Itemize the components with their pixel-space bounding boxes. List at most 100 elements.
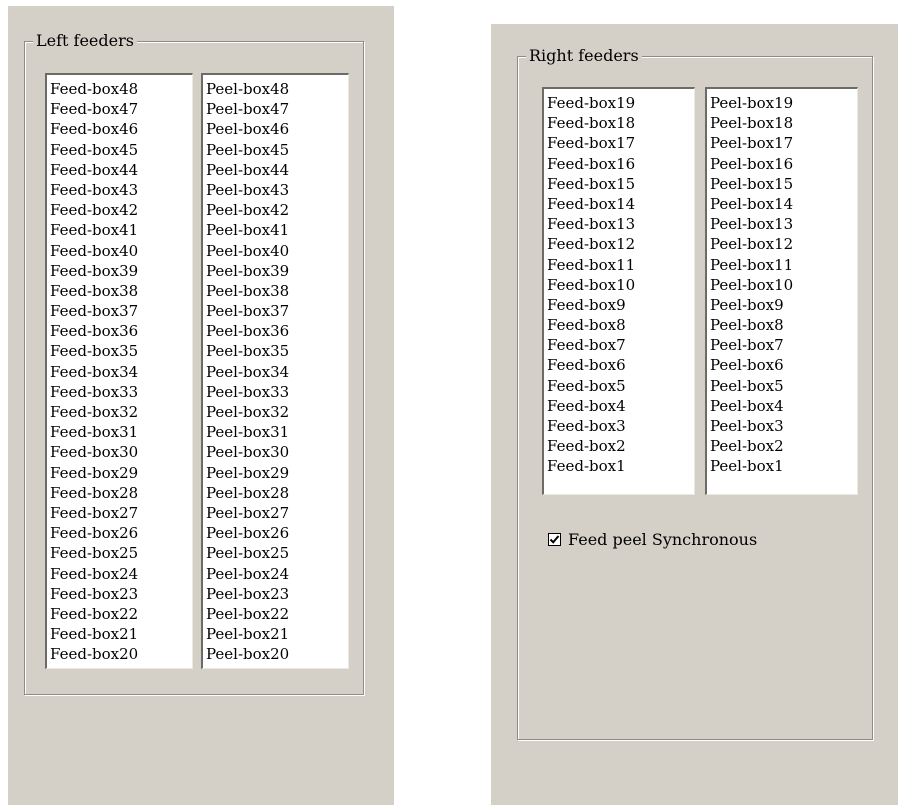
- left-feed-list-item[interactable]: Feed-box43: [50, 180, 192, 200]
- left-feed-list-item[interactable]: Feed-box45: [50, 140, 192, 160]
- right-feed-list-item[interactable]: Feed-box5: [547, 376, 694, 396]
- left-feed-list-item[interactable]: Feed-box27: [50, 503, 192, 523]
- left-peel-list-item[interactable]: Peel-box34: [206, 362, 348, 382]
- left-peel-list-item[interactable]: Peel-box22: [206, 604, 348, 624]
- right-feed-list-item[interactable]: Feed-box6: [547, 355, 694, 375]
- left-peel-list-item[interactable]: Peel-box33: [206, 382, 348, 402]
- left-feed-list-item[interactable]: Feed-box24: [50, 564, 192, 584]
- right-feed-list-item[interactable]: Feed-box12: [547, 234, 694, 254]
- left-feed-list-item[interactable]: Feed-box39: [50, 261, 192, 281]
- right-peel-listbox[interactable]: Peel-box19 Peel-box18 Peel-box17 Peel-box16…: [705, 87, 858, 495]
- left-peel-list-item[interactable]: Peel-box37: [206, 301, 348, 321]
- left-feed-list-item[interactable]: Feed-box33: [50, 382, 192, 402]
- right-feed-list-item[interactable]: Feed-box9: [547, 295, 694, 315]
- left-peel-list-item[interactable]: Peel-box25: [206, 543, 348, 563]
- right-feed-list-item[interactable]: Feed-box13: [547, 214, 694, 234]
- left-peel-list-item[interactable]: Peel-box42: [206, 200, 348, 220]
- left-peel-list-item[interactable]: Peel-box32: [206, 402, 348, 422]
- left-peel-list-item[interactable]: Peel-box35: [206, 341, 348, 361]
- right-feed-list-item[interactable]: Feed-box11: [547, 255, 694, 275]
- right-peel-list-item[interactable]: Peel-box10: [710, 275, 857, 295]
- right-peel-list-item[interactable]: Peel-box17: [710, 133, 857, 153]
- left-feed-list-item[interactable]: Feed-box32: [50, 402, 192, 422]
- left-peel-list-item[interactable]: Peel-box31: [206, 422, 348, 442]
- left-feed-list-item[interactable]: Feed-box41: [50, 220, 192, 240]
- right-peel-list-item[interactable]: Peel-box4: [710, 396, 857, 416]
- left-peel-list-item[interactable]: Peel-box47: [206, 99, 348, 119]
- right-feed-list-item[interactable]: Feed-box16: [547, 154, 694, 174]
- right-feed-list-item[interactable]: Feed-box17: [547, 133, 694, 153]
- left-peel-list-item[interactable]: Peel-box29: [206, 463, 348, 483]
- left-feed-list-item[interactable]: Feed-box35: [50, 341, 192, 361]
- right-peel-list-item[interactable]: Peel-box14: [710, 194, 857, 214]
- right-peel-list-item[interactable]: Peel-box19: [710, 93, 857, 113]
- left-feed-list-item[interactable]: Feed-box37: [50, 301, 192, 321]
- left-feed-list-item[interactable]: Feed-box29: [50, 463, 192, 483]
- right-peel-list-item[interactable]: Peel-box3: [710, 416, 857, 436]
- left-peel-list-item[interactable]: Peel-box44: [206, 160, 348, 180]
- right-peel-list-item[interactable]: Peel-box18: [710, 113, 857, 133]
- right-peel-list-item[interactable]: Peel-box9: [710, 295, 857, 315]
- left-peel-list-item[interactable]: Peel-box24: [206, 564, 348, 584]
- left-peel-list-item[interactable]: Peel-box46: [206, 119, 348, 139]
- right-feed-list-item[interactable]: Feed-box14: [547, 194, 694, 214]
- right-feed-list-item[interactable]: Feed-box7: [547, 335, 694, 355]
- right-peel-list-item[interactable]: Peel-box2: [710, 436, 857, 456]
- left-feed-list-item[interactable]: Feed-box47: [50, 99, 192, 119]
- left-feed-list-item[interactable]: Feed-box25: [50, 543, 192, 563]
- right-feed-list-item[interactable]: Feed-box4: [547, 396, 694, 416]
- left-peel-list-item[interactable]: Peel-box38: [206, 281, 348, 301]
- right-feed-listbox[interactable]: Feed-box19 Feed-box18 Feed-box17 Feed-box16…: [542, 87, 695, 495]
- right-feed-list-item[interactable]: Feed-box18: [547, 113, 694, 133]
- right-peel-list-item[interactable]: Peel-box16: [710, 154, 857, 174]
- left-feed-list-item[interactable]: Feed-box31: [50, 422, 192, 442]
- left-peel-list-item[interactable]: Peel-box36: [206, 321, 348, 341]
- right-feed-list-item[interactable]: Feed-box10: [547, 275, 694, 295]
- left-feed-list-item[interactable]: Feed-box38: [50, 281, 192, 301]
- left-peel-list-item[interactable]: Peel-box26: [206, 523, 348, 543]
- left-peel-list-item[interactable]: Peel-box21: [206, 624, 348, 644]
- left-peel-list-item[interactable]: Peel-box48: [206, 79, 348, 99]
- right-peel-list-item[interactable]: Peel-box12: [710, 234, 857, 254]
- right-peel-list-item[interactable]: Peel-box7: [710, 335, 857, 355]
- left-peel-listbox[interactable]: Peel-box48 Peel-box47 Peel-box46 Peel-box45…: [201, 73, 349, 669]
- left-peel-list-item[interactable]: Peel-box20: [206, 644, 348, 664]
- left-feed-list-item[interactable]: Feed-box23: [50, 584, 192, 604]
- right-feed-list-item[interactable]: Feed-box2: [547, 436, 694, 456]
- right-feed-list-item[interactable]: Feed-box3: [547, 416, 694, 436]
- left-feed-list-item[interactable]: Feed-box34: [50, 362, 192, 382]
- left-peel-list-item[interactable]: Peel-box41: [206, 220, 348, 240]
- right-peel-list-item[interactable]: Peel-box5: [710, 376, 857, 396]
- left-peel-list-item[interactable]: Peel-box45: [206, 140, 348, 160]
- right-peel-list-item[interactable]: Peel-box6: [710, 355, 857, 375]
- left-feed-list-item[interactable]: Feed-box22: [50, 604, 192, 624]
- right-feed-list-item[interactable]: Feed-box19: [547, 93, 694, 113]
- left-feed-list-item[interactable]: Feed-box36: [50, 321, 192, 341]
- left-feed-list-item[interactable]: Feed-box42: [50, 200, 192, 220]
- right-peel-list-item[interactable]: Peel-box1: [710, 456, 857, 476]
- left-feed-list-item[interactable]: Feed-box21: [50, 624, 192, 644]
- left-feed-list-item[interactable]: Feed-box48: [50, 79, 192, 99]
- left-feed-list-item[interactable]: Feed-box28: [50, 483, 192, 503]
- right-feed-list-item[interactable]: Feed-box8: [547, 315, 694, 335]
- left-peel-list-item[interactable]: Peel-box27: [206, 503, 348, 523]
- left-peel-list-item[interactable]: Peel-box30: [206, 442, 348, 462]
- left-peel-list-item[interactable]: Peel-box40: [206, 241, 348, 261]
- left-feed-list-item[interactable]: Feed-box40: [50, 241, 192, 261]
- left-feed-list-item[interactable]: Feed-box46: [50, 119, 192, 139]
- left-feed-listbox[interactable]: Feed-box48 Feed-box47 Feed-box46 Feed-box45…: [45, 73, 193, 669]
- left-peel-list-item[interactable]: Peel-box39: [206, 261, 348, 281]
- feed-peel-sync-checkbox-row[interactable]: Feed peel Synchronous: [548, 530, 757, 549]
- left-peel-list-item[interactable]: Peel-box23: [206, 584, 348, 604]
- left-feed-list-item[interactable]: Feed-box44: [50, 160, 192, 180]
- right-peel-list-item[interactable]: Peel-box15: [710, 174, 857, 194]
- left-feed-list-item[interactable]: Feed-box30: [50, 442, 192, 462]
- left-peel-list-item[interactable]: Peel-box43: [206, 180, 348, 200]
- right-feed-list-item[interactable]: Feed-box15: [547, 174, 694, 194]
- left-feed-list-item[interactable]: Feed-box26: [50, 523, 192, 543]
- left-peel-list-item[interactable]: Peel-box28: [206, 483, 348, 503]
- right-feed-list-item[interactable]: Feed-box1: [547, 456, 694, 476]
- right-peel-list-item[interactable]: Peel-box13: [710, 214, 857, 234]
- right-peel-list-item[interactable]: Peel-box11: [710, 255, 857, 275]
- feed-peel-sync-checkbox[interactable]: [548, 533, 561, 546]
